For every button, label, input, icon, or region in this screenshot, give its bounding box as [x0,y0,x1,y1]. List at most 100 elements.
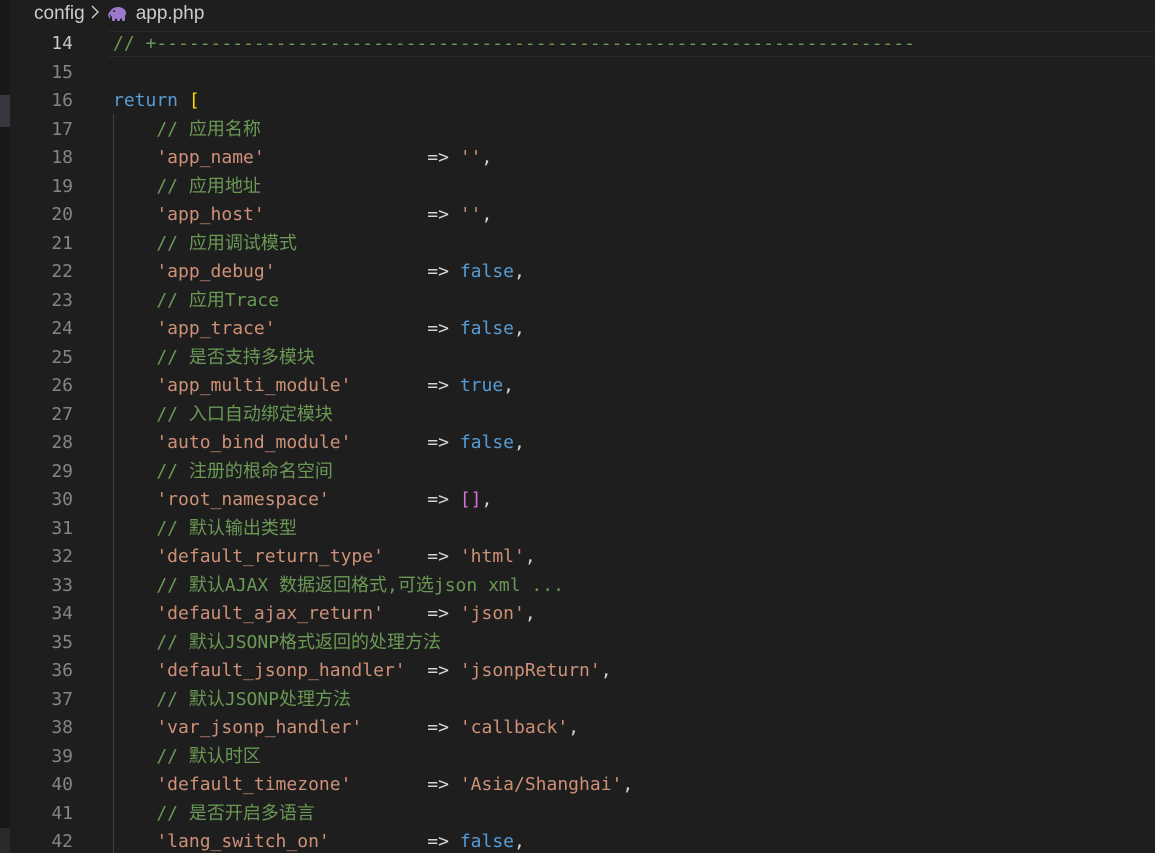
code-comment: // 默认AJAX 数据返回格式,可选json xml ... [113,574,564,596]
code-comment: // +------------------------------------… [113,33,915,54]
code-line[interactable]: 29 // 注册的根命名空间 [0,458,1155,487]
code-line[interactable]: 38 'var_jsonp_handler' => 'callback', [0,714,1155,743]
key-padding [265,147,428,168]
key-padding [406,660,428,681]
code-text: 'default_timezone' => 'Asia/Shanghai', [113,774,634,795]
breadcrumb-folder[interactable]: config [34,3,85,25]
arrow-operator: => [427,375,449,396]
code-comment: // 入口自动绑定模块 [113,403,333,425]
code-line[interactable]: 33 // 默认AJAX 数据返回格式,可选json xml ... [0,572,1155,601]
arrow-operator: => [427,660,449,681]
code-comment: // 应用名称 [113,118,261,140]
key-padding [276,318,428,339]
code-comment: // 默认输出类型 [113,517,297,539]
line-number: 41 [51,802,73,824]
code-text: // 是否开启多语言 [113,800,315,829]
line-number: 30 [51,489,73,510]
arrow-operator: => [427,489,449,510]
code-line[interactable]: 40 'default_timezone' => 'Asia/Shanghai'… [0,771,1155,800]
line-number: 32 [51,546,73,567]
line-number: 36 [51,660,73,681]
config-key: 'default_timezone' [113,774,352,795]
code-comment: // 默认时区 [113,745,261,767]
code-line[interactable]: 31 // 默认输出类型 [0,515,1155,544]
config-value: 'callback' [459,717,569,738]
code-text: 'auto_bind_module' => false, [113,432,525,453]
php-elephant-icon [107,6,128,22]
code-text: // 默认时区 [113,743,261,772]
code-line[interactable]: 18 'app_name' => '', [0,144,1155,173]
config-value: 'jsonpReturn' [459,660,601,681]
code-line[interactable]: 15 [0,59,1155,88]
code-line[interactable]: 24 'app_trace' => false, [0,315,1155,344]
code-comment: // 是否开启多语言 [113,802,315,824]
line-number: 34 [51,603,73,624]
line-number: 15 [51,61,73,83]
code-text: 'app_host' => '', [113,204,493,225]
code-comment: // 应用调试模式 [113,232,297,254]
code-line[interactable]: 19 // 应用地址 [0,173,1155,202]
code-text: // 应用调试模式 [113,230,297,259]
code-line[interactable]: 32 'default_return_type' => 'html', [0,543,1155,572]
arrow-operator: => [427,546,449,567]
config-key: 'app_multi_module' [113,375,352,396]
code-line[interactable]: 16 return [ [0,87,1155,116]
return-keyword: return [113,90,179,111]
code-line[interactable]: 41 // 是否开启多语言 [0,800,1155,829]
code-comment: // 默认JSONP格式返回的处理方法 [113,631,442,653]
code-line[interactable]: 25 // 是否支持多模块 [0,344,1155,373]
code-line[interactable]: 37 // 默认JSONP处理方法 [0,686,1155,715]
code-line[interactable]: 23 // 应用Trace [0,287,1155,316]
code-line[interactable]: 21 // 应用调试模式 [0,230,1155,259]
line-number: 27 [51,403,73,425]
code-line[interactable]: 30 'root_namespace' => [], [0,486,1155,515]
code-line[interactable]: 26 'app_multi_module' => true, [0,372,1155,401]
arrow-operator: => [427,432,449,453]
code-text: 'app_debug' => false, [113,261,525,282]
line-number: 17 [51,118,73,140]
code-text: 'var_jsonp_handler' => 'callback', [113,717,580,738]
code-text: // 入口自动绑定模块 [113,401,333,430]
key-padding [384,546,427,567]
code-line[interactable]: 36 'default_jsonp_handler' => 'jsonpRetu… [0,657,1155,686]
code-comment: // 应用地址 [113,175,261,197]
code-comment: // 是否支持多模块 [113,346,315,368]
code-line[interactable]: 17 // 应用名称 [0,116,1155,145]
code-line[interactable]: 22 'app_debug' => false, [0,258,1155,287]
code-comment: // 注册的根命名空间 [113,460,333,482]
line-number: 25 [51,346,73,368]
line-number: 39 [51,745,73,767]
config-key: 'default_return_type' [113,546,384,567]
code-text: // 注册的根命名空间 [113,458,333,487]
code-text: // 默认JSONP格式返回的处理方法 [113,629,441,658]
breadcrumb: config app.php [34,0,204,28]
config-key: 'default_jsonp_handler' [113,660,406,681]
line-number: 28 [51,432,73,453]
code-line[interactable]: 20 'app_host' => '', [0,201,1155,230]
config-key: 'app_trace' [113,318,276,339]
config-key: 'var_jsonp_handler' [113,717,363,738]
line-number: 20 [51,204,73,225]
line-number: 42 [51,831,73,852]
code-line[interactable]: 28 'auto_bind_module' => false, [0,429,1155,458]
code-text: // 应用Trace [113,287,279,316]
code-text: // 应用地址 [113,173,261,202]
line-number: 38 [51,717,73,738]
code-editor[interactable]: 14 // +----------------------------------… [0,28,1155,853]
code-line[interactable]: 27 // 入口自动绑定模块 [0,401,1155,430]
breadcrumb-file[interactable]: app.php [136,3,205,25]
key-padding [362,717,427,738]
code-line[interactable]: 14 // +----------------------------------… [0,30,1155,59]
config-value: false [459,318,514,339]
code-line[interactable]: 42 'lang_switch_on' => false, [0,828,1155,853]
code-text: // 默认输出类型 [113,515,297,544]
code-line[interactable]: 39 // 默认时区 [0,743,1155,772]
code-text: // 默认AJAX 数据返回格式,可选json xml ... [113,572,564,601]
code-line[interactable]: 35 // 默认JSONP格式返回的处理方法 [0,629,1155,658]
config-key: 'default_ajax_return' [113,603,384,624]
arrow-operator: => [427,318,449,339]
code-line[interactable]: 34 'default_ajax_return' => 'json', [0,600,1155,629]
config-value: 'html' [459,546,525,567]
code-text: 'app_name' => '', [113,147,493,168]
key-padding [351,774,427,795]
